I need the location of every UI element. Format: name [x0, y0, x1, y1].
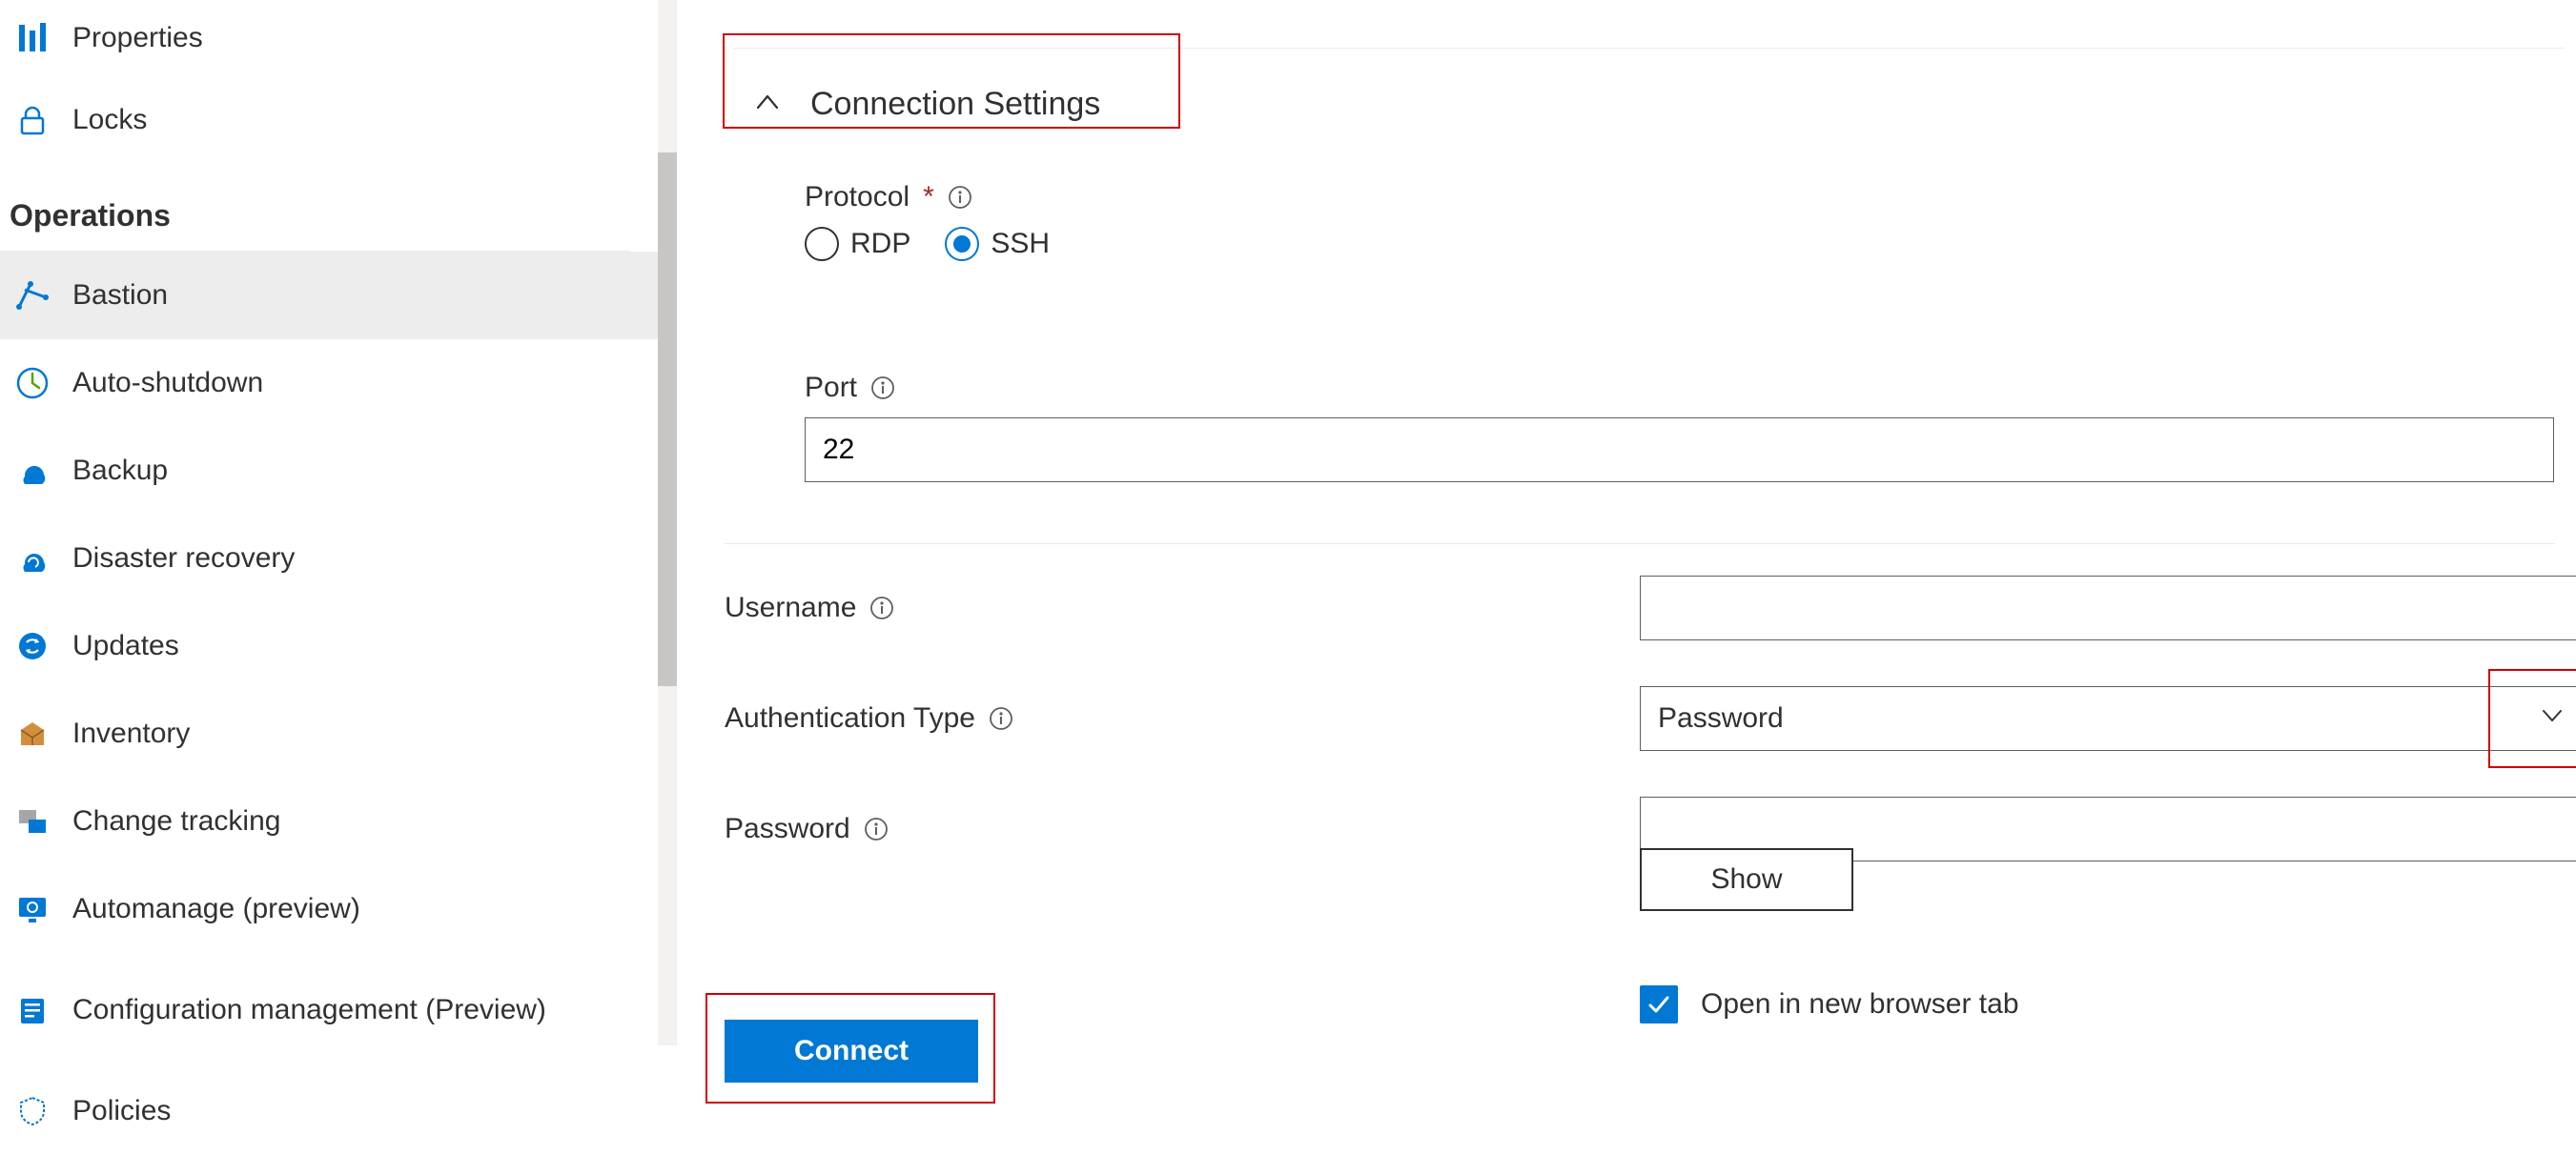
info-icon[interactable] [948, 185, 972, 210]
config-mgmt-icon [10, 987, 55, 1033]
inventory-icon [10, 711, 55, 757]
radio-unchecked-icon [805, 227, 839, 261]
auth-type-label: Authentication Type [725, 702, 975, 735]
port-label-row: Port [805, 372, 2554, 404]
lock-icon [10, 97, 55, 143]
required-asterisk: * [923, 181, 934, 213]
radio-label-rdp: RDP [850, 228, 910, 260]
nav-item-bastion[interactable]: Bastion [0, 252, 667, 339]
protocol-label-row: Protocol * [805, 181, 1050, 213]
policies-icon [10, 1088, 55, 1134]
password-label-row: Password [725, 813, 1640, 845]
protocol-label: Protocol [805, 181, 910, 213]
nav-label: Configuration management (Preview) [72, 991, 546, 1030]
nav-label: Disaster recovery [72, 542, 295, 575]
auth-type-selected-value: Password [1658, 702, 1784, 735]
info-icon[interactable] [864, 817, 889, 841]
clock-icon [10, 360, 55, 406]
sidebar-section-operations: Operations [0, 164, 629, 252]
password-label: Password [725, 813, 850, 845]
username-label: Username [725, 592, 856, 624]
sidebar-scrollbar-track[interactable] [658, 0, 677, 1045]
updates-icon [10, 623, 55, 669]
radio-label-ssh: SSH [991, 228, 1050, 260]
info-icon[interactable] [869, 596, 894, 620]
auth-type-label-row: Authentication Type [725, 702, 1640, 735]
highlight-box-auth-chevron [2488, 669, 2576, 768]
sidebar-nav: Properties Locks Operations Bastion Auto… [0, 0, 667, 1045]
highlight-box-connection-settings [723, 33, 1180, 129]
info-icon[interactable] [989, 706, 1013, 731]
sidebar-scrollbar-thumb[interactable] [658, 152, 677, 686]
nav-label: Change tracking [72, 805, 280, 838]
automanage-icon [10, 886, 55, 932]
nav-item-disaster-recovery[interactable]: Disaster recovery [0, 515, 667, 602]
nav-label: Locks [72, 104, 147, 136]
nav-item-properties[interactable]: Properties [0, 0, 667, 76]
nav-label: Automanage (preview) [72, 893, 360, 925]
show-button[interactable]: Show [1640, 848, 1853, 911]
port-label: Port [805, 372, 857, 404]
radio-checked-icon [945, 227, 979, 261]
protocol-radio-rdp[interactable]: RDP [805, 227, 910, 261]
open-new-tab-checkbox[interactable] [1640, 985, 1678, 1023]
protocol-radio-ssh[interactable]: SSH [945, 227, 1050, 261]
bastion-icon [10, 273, 55, 318]
nav-item-backup[interactable]: Backup [0, 427, 667, 515]
main-panel: Connection Settings Protocol * RDP SSH [705, 0, 2576, 1045]
nav-item-updates[interactable]: Updates [0, 602, 667, 690]
nav-item-policies[interactable]: Policies [0, 1067, 667, 1155]
disaster-recovery-icon [10, 536, 55, 581]
nav-label: Updates [72, 630, 179, 662]
username-label-row: Username [725, 592, 1640, 624]
nav-item-auto-shutdown[interactable]: Auto-shutdown [0, 339, 667, 427]
show-button-label: Show [1710, 863, 1782, 896]
nav-item-locks[interactable]: Locks [0, 76, 667, 164]
nav-item-automanage[interactable]: Automanage (preview) [0, 865, 667, 953]
open-new-tab-label: Open in new browser tab [1701, 988, 2019, 1021]
properties-icon [10, 15, 55, 61]
port-input[interactable] [805, 417, 2554, 482]
change-tracking-icon [10, 799, 55, 844]
highlight-box-connect [705, 993, 995, 1104]
divider [725, 543, 2555, 544]
nav-label: Properties [72, 22, 203, 54]
auth-type-dropdown[interactable]: Password [1640, 686, 2576, 751]
nav-item-inventory[interactable]: Inventory [0, 690, 667, 778]
checkmark-icon [1646, 991, 1672, 1018]
nav-label: Auto-shutdown [72, 367, 263, 399]
username-input[interactable] [1640, 576, 2576, 640]
nav-label: Inventory [72, 718, 190, 750]
nav-item-change-tracking[interactable]: Change tracking [0, 778, 667, 865]
nav-label: Backup [72, 455, 168, 487]
backup-icon [10, 448, 55, 494]
nav-label: Policies [72, 1095, 171, 1127]
info-icon[interactable] [870, 375, 895, 400]
nav-label: Bastion [72, 279, 168, 312]
nav-item-config-mgmt[interactable]: Configuration management (Preview) [0, 953, 667, 1067]
